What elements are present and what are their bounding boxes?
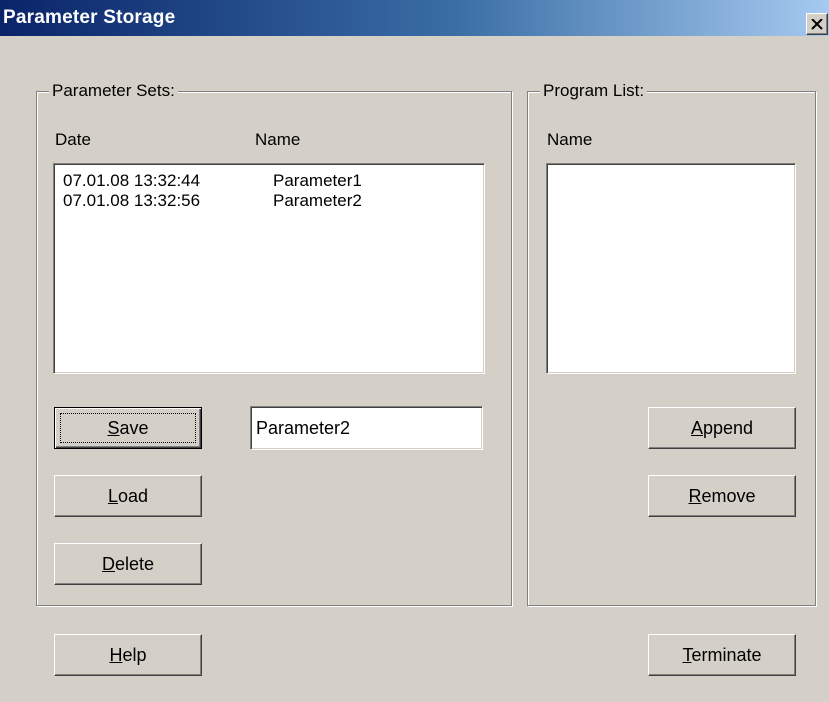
load-button-label: Load xyxy=(107,485,149,506)
list-item-date: 07.01.08 13:32:44 xyxy=(63,171,201,190)
delete-button-label: Delete xyxy=(101,553,155,574)
close-icon xyxy=(811,18,823,30)
list-item-name: Parameter2 xyxy=(273,191,362,210)
append-button-label: Append xyxy=(690,417,754,438)
parameter-name-field[interactable] xyxy=(250,406,483,450)
append-button[interactable]: Append xyxy=(648,407,796,449)
help-button-label: Help xyxy=(109,644,147,665)
focus-rect xyxy=(60,413,196,443)
help-button[interactable]: Help xyxy=(54,634,202,676)
parameter-sets-label: Parameter Sets: xyxy=(49,81,178,101)
title-bar: Parameter Storage xyxy=(0,0,829,36)
parameter-sets-list[interactable]: 07.01.08 13:32:44 Parameter1 07.01.08 13… xyxy=(53,163,485,374)
save-button[interactable]: Save xyxy=(54,407,202,449)
window-title: Parameter Storage xyxy=(3,7,176,28)
remove-button-label: Remove xyxy=(688,485,756,506)
date-column-header: Date xyxy=(55,130,91,149)
terminate-button[interactable]: Terminate xyxy=(648,634,796,676)
name-column-header: Name xyxy=(255,130,301,149)
remove-button[interactable]: Remove xyxy=(648,475,796,517)
terminate-button-label: Terminate xyxy=(682,644,762,665)
program-list-label: Program List: xyxy=(540,81,648,101)
delete-button[interactable]: Delete xyxy=(54,543,202,585)
program-list[interactable] xyxy=(546,163,796,374)
list-item-date: 07.01.08 13:32:56 xyxy=(63,191,201,210)
list-item-name: Parameter1 xyxy=(273,171,362,190)
load-button[interactable]: Load xyxy=(54,475,202,517)
program-name-column-header: Name xyxy=(547,130,593,149)
close-button[interactable] xyxy=(806,13,828,35)
